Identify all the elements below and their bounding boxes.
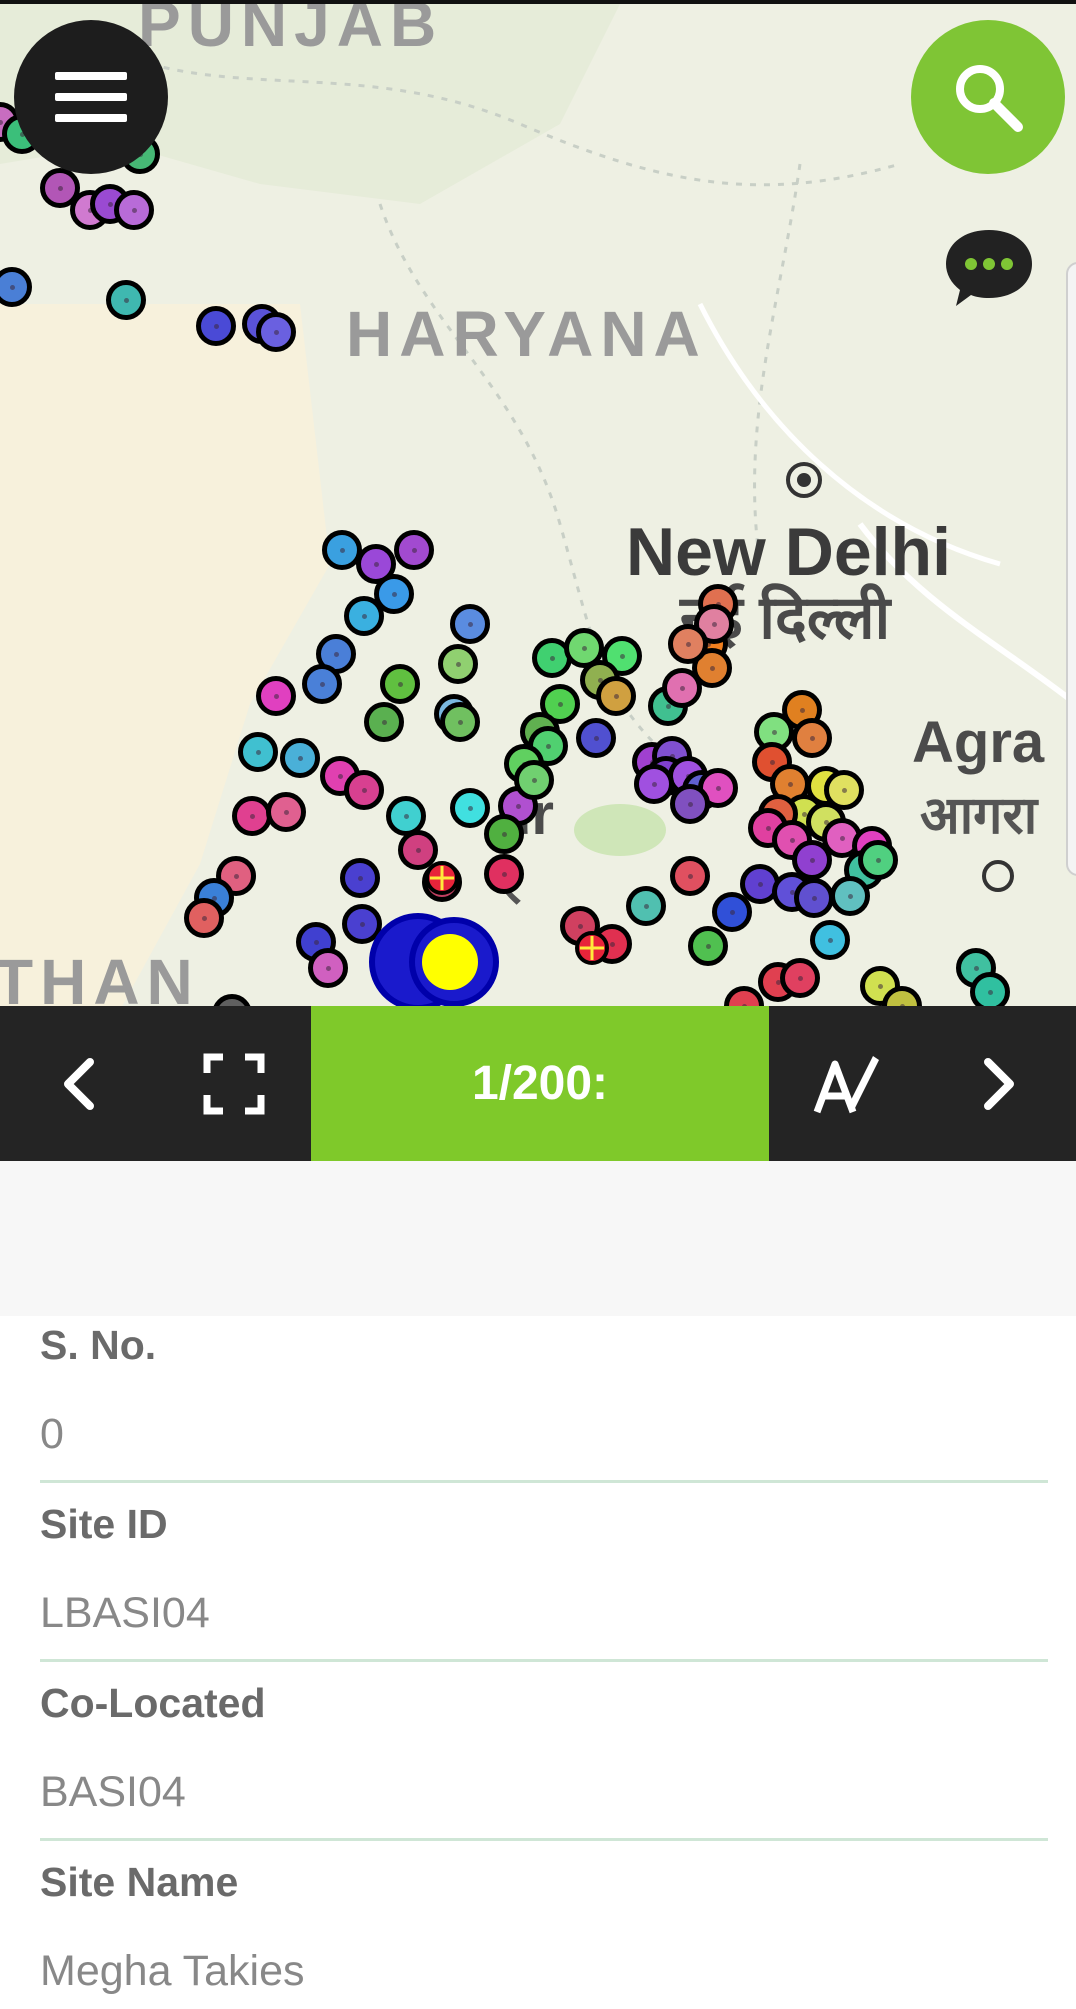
site-marker[interactable] [670,856,710,896]
site-marker[interactable] [712,892,752,932]
info-header-band [0,1161,1076,1316]
site-marker[interactable] [450,604,490,644]
edit-text-icon [813,1055,879,1113]
site-marker[interactable] [626,886,666,926]
site-marker[interactable] [858,840,898,880]
field-value[interactable]: Megha Takies [40,1947,305,1996]
site-marker[interactable] [340,858,380,898]
site-marker[interactable] [266,792,306,832]
site-marker[interactable] [344,770,384,810]
site-marker[interactable] [780,958,820,998]
search-icon [956,65,1023,132]
site-marker[interactable] [438,644,478,684]
field-site-name: Site Name Megha Takies [40,1859,1048,2009]
site-marker[interactable] [724,986,764,1006]
site-marker[interactable] [514,760,554,800]
site-marker[interactable] [184,898,224,938]
site-marker[interactable] [810,920,850,960]
field-value[interactable]: LBASI04 [40,1589,210,1638]
chat-bubble-icon[interactable] [944,226,1034,312]
field-s-no: S. No. 0 [40,1322,1048,1492]
site-marker[interactable] [484,814,524,854]
navigation-toolbar: 1/200: [0,1006,1076,1161]
site-marker[interactable] [792,718,832,758]
site-marker[interactable] [344,596,384,636]
site-marker[interactable] [196,306,236,346]
chevron-right-icon [984,1057,1014,1110]
site-marker[interactable] [364,702,404,742]
site-marker[interactable] [106,280,146,320]
site-marker[interactable] [668,624,708,664]
site-marker[interactable] [970,972,1010,1006]
previous-button[interactable] [0,1006,156,1161]
field-divider [40,1659,1048,1662]
site-marker[interactable] [450,788,490,828]
site-marker[interactable] [114,190,154,230]
site-marker[interactable] [256,312,296,352]
record-counter: 1/200: [311,1006,769,1161]
fullscreen-button[interactable] [156,1006,311,1161]
field-label: Site ID [40,1501,168,1547]
site-marker[interactable] [212,994,252,1006]
search-button[interactable] [911,20,1065,174]
site-marker[interactable] [380,664,420,704]
field-label: Site Name [40,1859,239,1905]
site-marker[interactable] [484,854,524,894]
field-value[interactable]: BASI04 [40,1768,186,1817]
field-value[interactable]: 0 [40,1410,64,1459]
site-marker[interactable] [576,718,616,758]
site-marker[interactable] [634,764,674,804]
field-label: S. No. [40,1322,157,1368]
field-divider [40,1838,1048,1841]
highlight-marker[interactable] [574,930,610,966]
site-marker[interactable] [0,267,32,307]
site-marker[interactable] [688,926,728,966]
next-button[interactable] [924,1006,1076,1161]
field-co-located: Co-Located BASI04 [40,1680,1048,1850]
side-drawer-handle[interactable] [1066,262,1076,876]
cluster-marker[interactable] [364,912,504,1006]
site-marker[interactable] [596,676,636,716]
field-site-id: Site ID LBASI04 [40,1501,1048,1671]
site-marker[interactable] [256,676,296,716]
field-label: Co-Located [40,1680,266,1726]
site-markers-layer [0,4,1076,1006]
site-marker[interactable] [280,738,320,778]
field-divider [40,1480,1048,1483]
site-marker[interactable] [238,732,278,772]
map-view[interactable]: PUNJAB HARYANA THAN New Delhi नई दिल्ली … [0,0,1076,1006]
site-marker[interactable] [308,948,348,988]
menu-button[interactable] [14,20,168,174]
site-marker[interactable] [670,784,710,824]
site-marker[interactable] [440,702,480,742]
edit-button[interactable] [769,1006,924,1161]
site-marker[interactable] [394,530,434,570]
highlight-marker[interactable] [424,860,460,896]
site-marker[interactable] [830,876,870,916]
site-marker[interactable] [794,878,834,918]
fullscreen-icon [203,1053,264,1114]
site-marker[interactable] [302,664,342,704]
hamburger-menu-icon [55,72,127,80]
chevron-left-icon [64,1057,94,1110]
